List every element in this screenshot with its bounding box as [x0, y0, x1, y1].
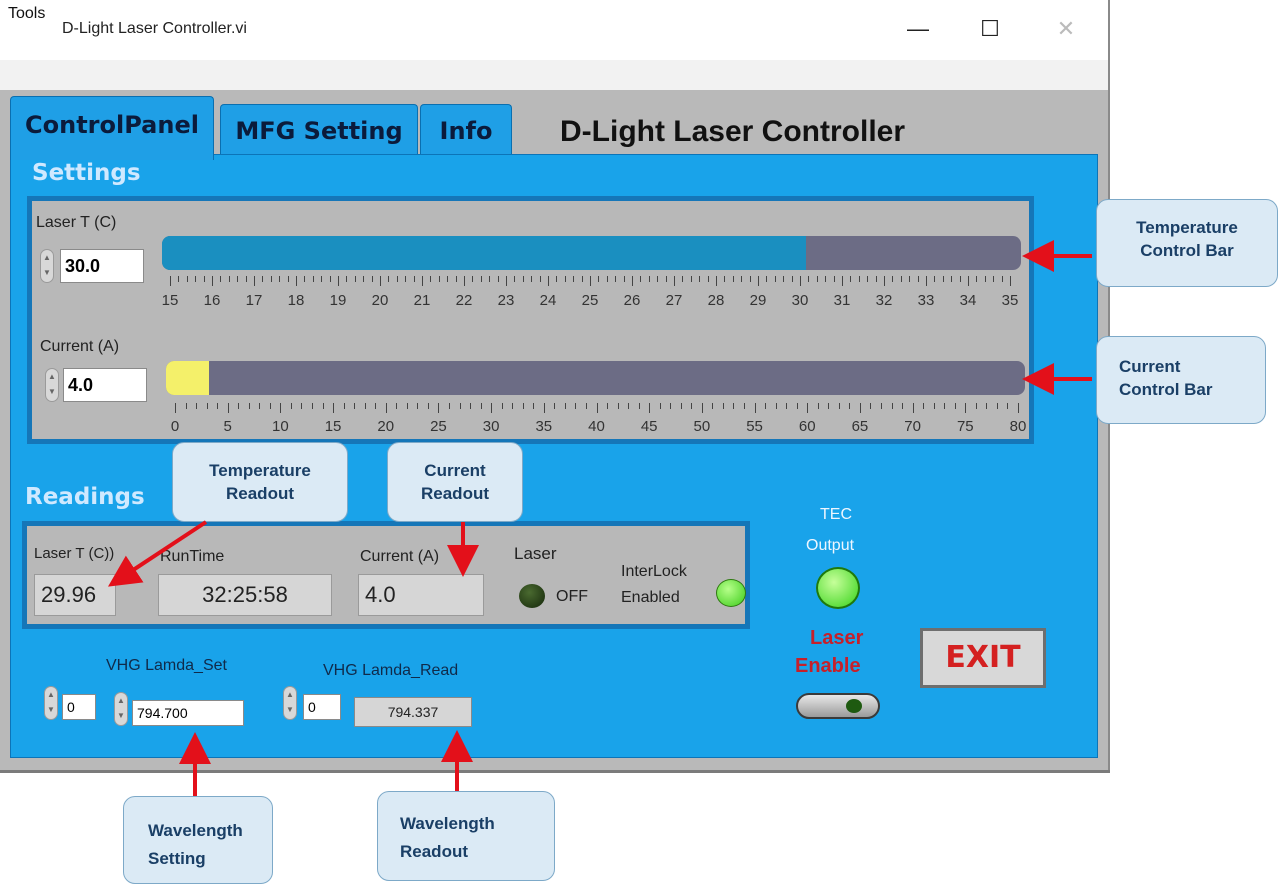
tab-controlpanel[interactable]: ControlPanel	[10, 96, 214, 160]
arrow-temperature-readout	[107, 520, 208, 587]
